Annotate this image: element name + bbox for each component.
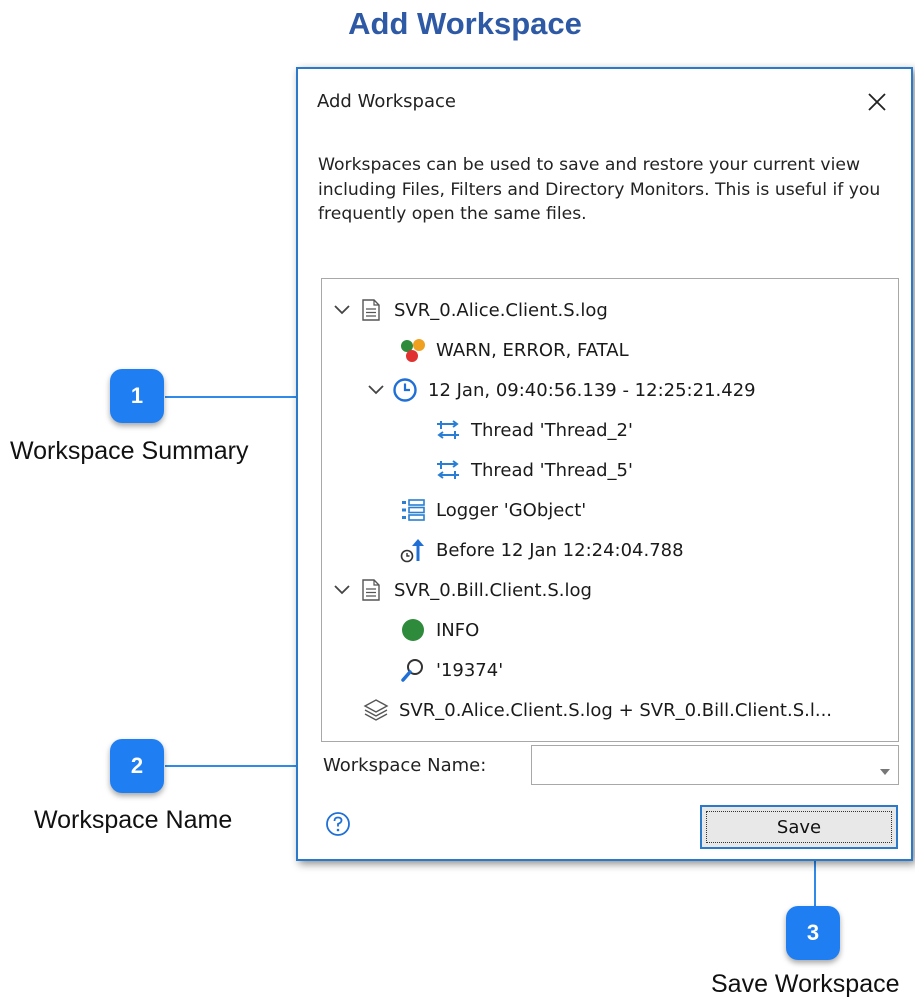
workspace-summary-tree[interactable]: SVR_0.Alice.Client.S.log WARN, ERROR, FA… xyxy=(321,278,899,742)
help-icon[interactable] xyxy=(325,811,351,842)
save-button-label: Save xyxy=(706,811,892,843)
chevron-down-icon[interactable] xyxy=(332,305,352,315)
chevron-down-icon[interactable] xyxy=(366,385,386,395)
tree-item-label: Thread 'Thread_2' xyxy=(471,419,633,441)
tree-item-label: 12 Jan, 09:40:56.139 - 12:25:21.429 xyxy=(428,379,756,401)
tree-item-thread-5[interactable]: Thread 'Thread_5' xyxy=(435,454,633,486)
workspace-name-label: Workspace Name: xyxy=(323,755,487,776)
dialog-description: Workspaces can be used to save and resto… xyxy=(318,155,881,224)
tree-item-thread-2[interactable]: Thread 'Thread_2' xyxy=(435,414,633,446)
severity-dots-icon xyxy=(400,337,426,363)
callout-1-label: Workspace Summary xyxy=(10,437,249,465)
tree-item-severity-filter[interactable]: WARN, ERROR, FATAL xyxy=(400,334,629,366)
tree-item-info-filter[interactable]: INFO xyxy=(400,614,479,646)
before-time-icon xyxy=(400,537,426,563)
tree-item-alice-log[interactable]: SVR_0.Alice.Client.S.log xyxy=(332,294,608,326)
tree-item-bill-log[interactable]: SVR_0.Bill.Client.S.log xyxy=(332,574,592,606)
tree-item-merged-logs[interactable]: SVR_0.Alice.Client.S.log + SVR_0.Bill.Cl… xyxy=(363,694,832,726)
page-title: Add Workspace xyxy=(348,6,582,41)
callout-3-line xyxy=(814,856,816,912)
save-button[interactable]: Save xyxy=(700,805,898,849)
thread-icon xyxy=(435,457,461,483)
close-icon xyxy=(868,93,886,111)
tree-item-label: SVR_0.Alice.Client.S.log xyxy=(394,299,608,321)
callout-3-badge: 3 xyxy=(786,906,840,960)
document-icon xyxy=(358,577,384,603)
add-workspace-dialog: Add Workspace Workspaces can be used to … xyxy=(296,67,913,861)
callout-2-label: Workspace Name xyxy=(34,806,233,834)
tree-item-logger[interactable]: Logger 'GObject' xyxy=(400,494,586,526)
tree-item-label: WARN, ERROR, FATAL xyxy=(436,339,629,361)
search-icon xyxy=(400,657,426,683)
document-icon xyxy=(358,297,384,323)
thread-icon xyxy=(435,417,461,443)
clock-icon xyxy=(392,377,418,403)
callout-1-badge: 1 xyxy=(110,369,164,423)
callout-3-label: Save Workspace xyxy=(711,970,900,998)
dropdown-arrow-icon[interactable] xyxy=(880,762,890,780)
tree-item-label: '19374' xyxy=(436,659,504,681)
close-button[interactable] xyxy=(860,85,894,119)
tree-item-label: Before 12 Jan 12:24:04.788 xyxy=(436,539,684,561)
dialog-title: Add Workspace xyxy=(317,91,456,112)
tree-item-search-filter[interactable]: '19374' xyxy=(400,654,503,686)
workspace-name-input[interactable] xyxy=(538,746,862,784)
logger-icon xyxy=(400,497,426,523)
workspace-name-combobox[interactable] xyxy=(531,745,899,785)
chevron-down-icon[interactable] xyxy=(332,585,352,595)
callout-2-badge: 2 xyxy=(110,739,164,793)
green-dot-icon xyxy=(400,617,426,643)
tree-item-label: SVR_0.Bill.Client.S.log xyxy=(394,579,592,601)
tree-item-label: Thread 'Thread_5' xyxy=(471,459,633,481)
tree-item-label: SVR_0.Alice.Client.S.log + SVR_0.Bill.Cl… xyxy=(399,699,833,721)
layers-icon xyxy=(363,697,389,723)
tree-item-time-range[interactable]: 12 Jan, 09:40:56.139 - 12:25:21.429 xyxy=(366,374,756,406)
tree-item-label: INFO xyxy=(436,619,480,641)
tree-item-before-time[interactable]: Before 12 Jan 12:24:04.788 xyxy=(400,534,684,566)
tree-item-label: Logger 'GObject' xyxy=(436,499,587,521)
